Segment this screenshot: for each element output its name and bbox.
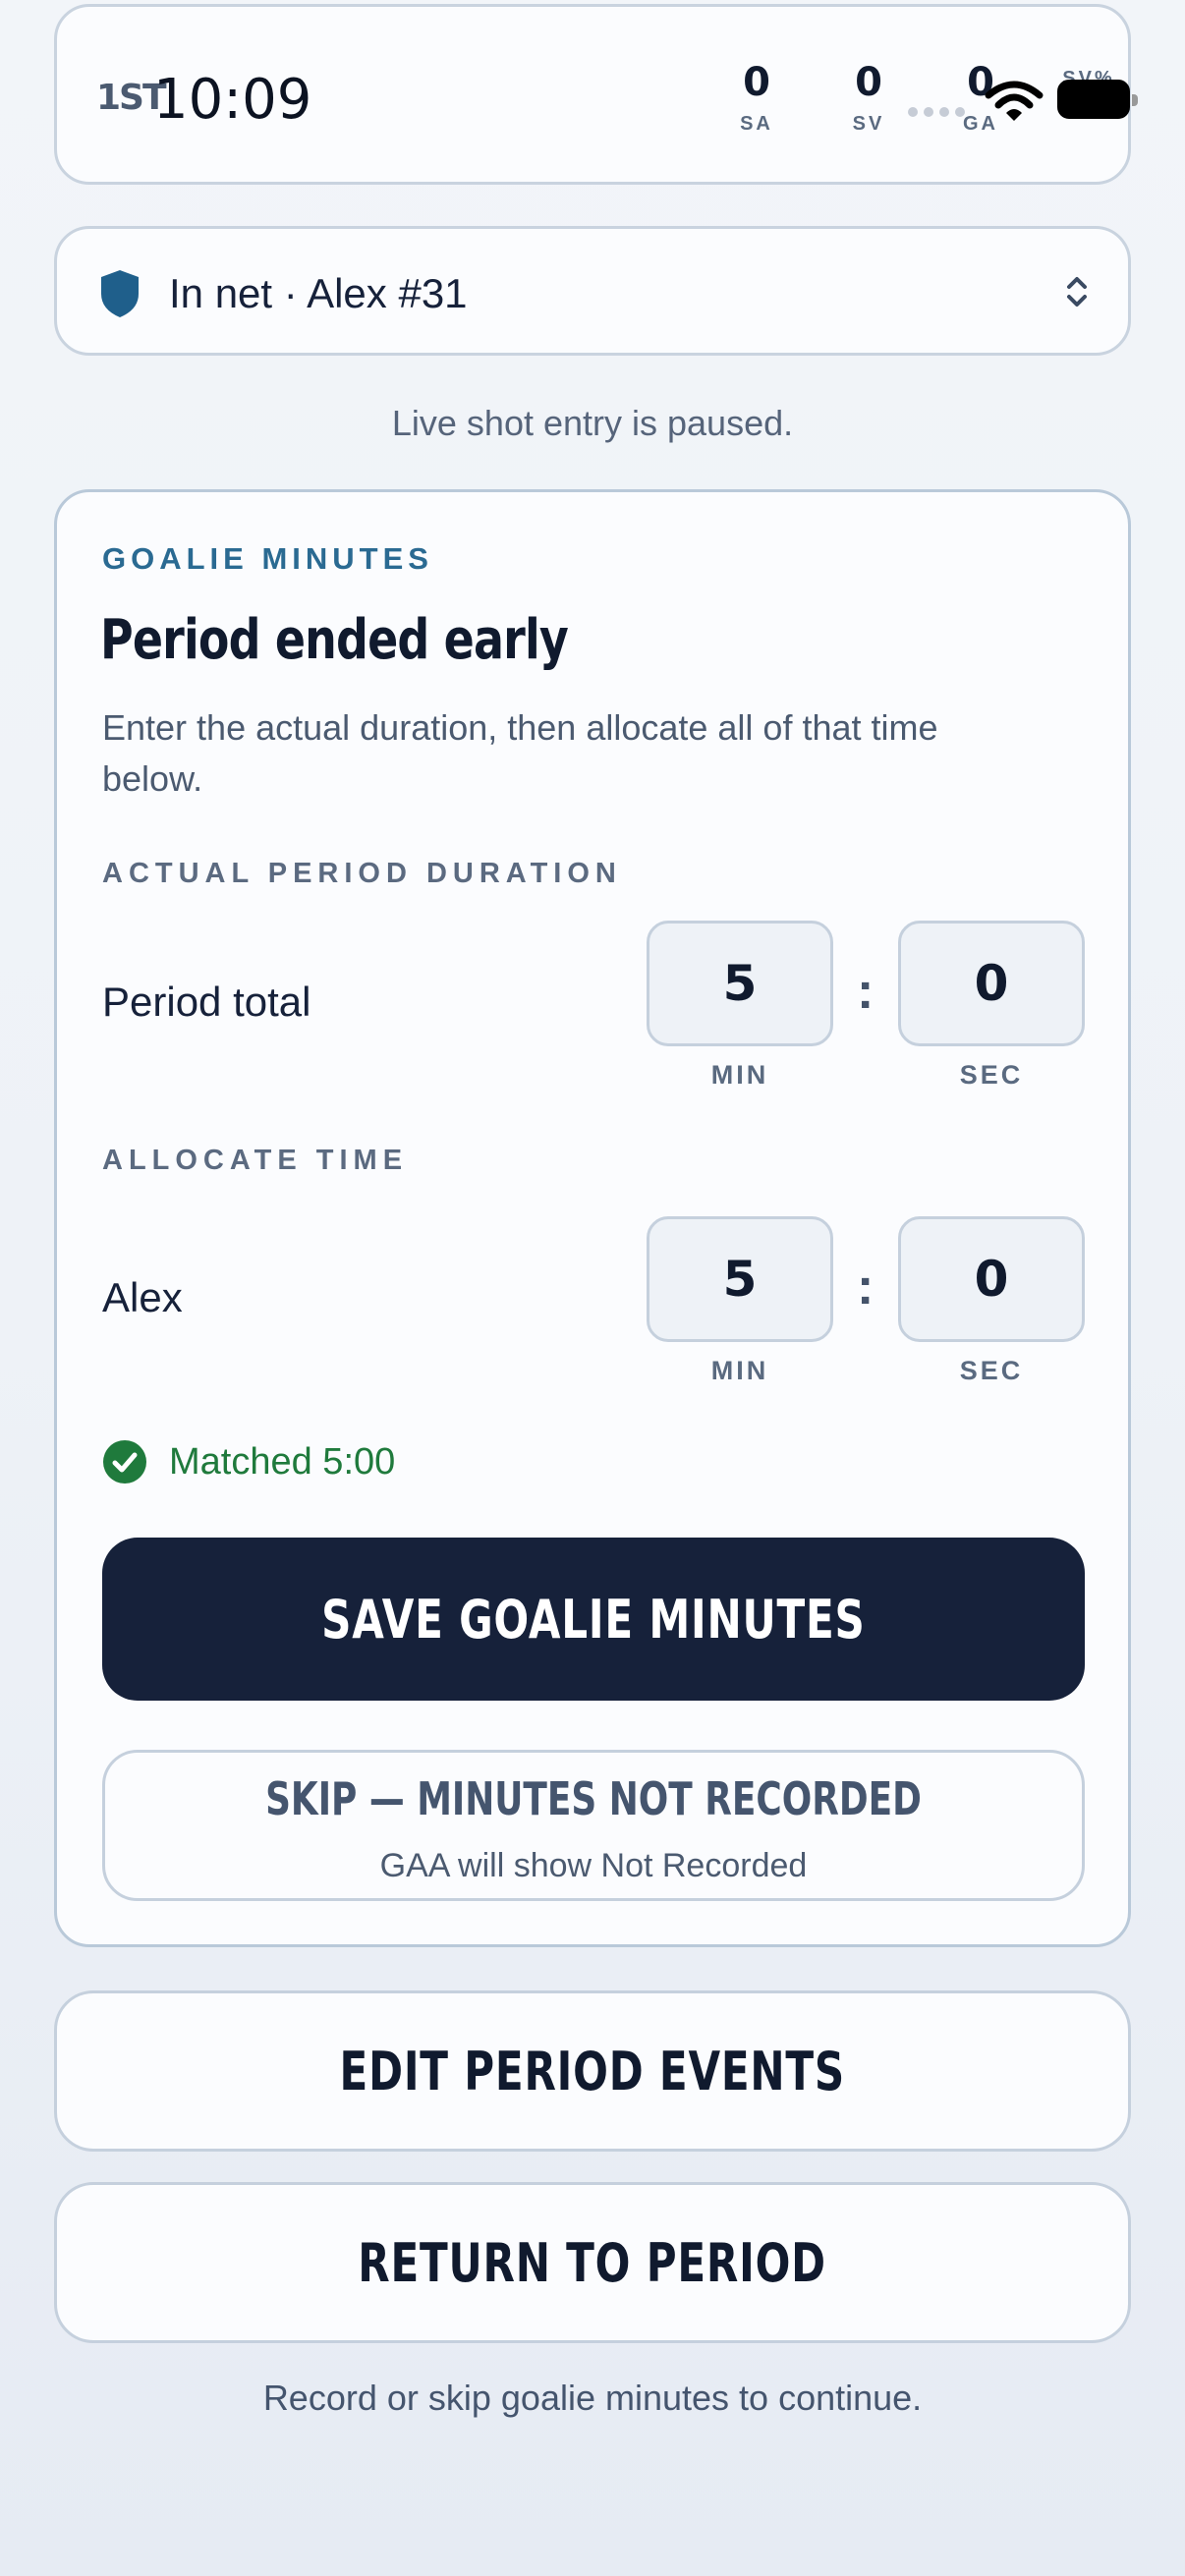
period-total-seconds-input[interactable]: 0 xyxy=(898,921,1085,1046)
return-to-period-button[interactable]: RETURN TO PERIOD xyxy=(54,2182,1131,2343)
minutes-unit-label: MIN xyxy=(710,1356,769,1385)
edit-period-events-button[interactable]: EDIT PERIOD EVENTS xyxy=(54,1990,1131,2152)
seconds-unit-label: SEC xyxy=(959,1356,1024,1385)
return-button-label: RETURN TO PERIOD xyxy=(358,2231,827,2294)
time-separator: : xyxy=(857,963,875,1020)
paused-notice: Live shot entry is paused. xyxy=(391,403,794,443)
allocation-minutes-input[interactable]: 5 xyxy=(647,1216,833,1342)
shield-icon xyxy=(101,270,139,317)
duration-section-label: ACTUAL PERIOD DURATION xyxy=(102,858,622,889)
minutes-unit-label: MIN xyxy=(710,1060,769,1090)
footer-note: Record or skip goalie minutes to continu… xyxy=(262,2378,923,2418)
save-goalie-minutes-button[interactable]: SAVE GOALIE MINUTES xyxy=(102,1538,1085,1701)
skip-button-title: SKIP — MINUTES NOT RECORDED xyxy=(265,1772,922,1825)
skip-button-subtitle: GAA will show Not Recorded xyxy=(379,1847,808,1884)
scoreboard: 1ST 10:09 0 SA 0 SV 0 GA SV% xyxy=(54,4,1138,185)
check-circle-icon xyxy=(103,1440,146,1484)
allocation-seconds-input[interactable]: 0 xyxy=(898,1216,1085,1342)
card-title: Period ended early xyxy=(100,608,569,672)
goalie-selector[interactable]: In net · Alex #31 xyxy=(54,226,1131,356)
wifi-icon xyxy=(985,81,1044,121)
stat-shots-against: 0 SA xyxy=(717,60,796,136)
time-separator: : xyxy=(857,1259,875,1316)
goalie-minutes-card: GOALIE MINUTES Period ended early Enter … xyxy=(54,489,1131,1947)
edit-button-label: EDIT PERIOD EVENTS xyxy=(339,2040,846,2102)
period-total-minutes-input[interactable]: 5 xyxy=(647,921,833,1046)
status-bar-overlay xyxy=(847,66,1142,135)
card-description: Enter the actual duration, then allocate… xyxy=(102,707,938,799)
chevron-up-down-icon xyxy=(1067,277,1087,307)
allocate-section-label: ALLOCATE TIME xyxy=(102,1145,409,1176)
battery-icon xyxy=(1057,80,1138,119)
matched-text: Matched 5:00 xyxy=(169,1440,396,1483)
seconds-unit-label: SEC xyxy=(959,1060,1024,1090)
save-button-label: SAVE GOALIE MINUTES xyxy=(321,1588,866,1651)
game-clock: 10:09 xyxy=(153,68,312,132)
stat-value: 0 xyxy=(743,60,770,105)
signal-dots-icon xyxy=(908,107,965,117)
period-total-label: Period total xyxy=(102,979,311,1025)
matched-status: Matched 5:00 xyxy=(102,1439,395,1484)
goalie-allocation-label: Alex xyxy=(102,1274,183,1320)
goalie-selector-label: In net · Alex #31 xyxy=(169,270,468,316)
skip-minutes-button[interactable]: SKIP — MINUTES NOT RECORDED GAA will sho… xyxy=(102,1750,1085,1901)
stat-label: SA xyxy=(740,113,773,135)
card-eyebrow: GOALIE MINUTES xyxy=(102,541,433,576)
